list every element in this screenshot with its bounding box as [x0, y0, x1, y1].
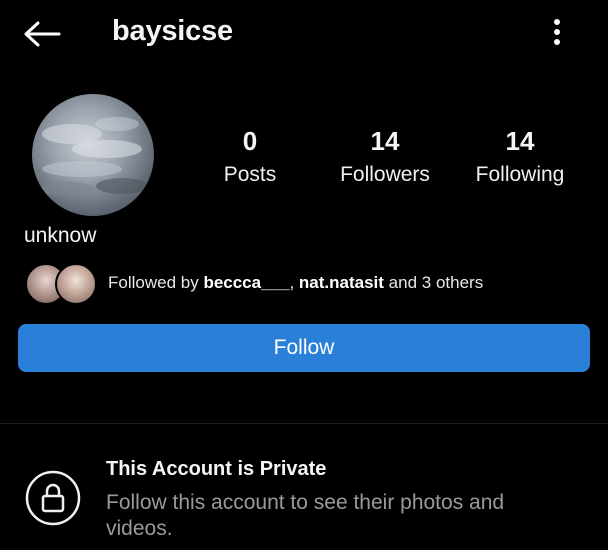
more-vertical-icon: [554, 19, 560, 45]
stat-posts-count: 0: [242, 126, 258, 156]
mutual-follower-avatar: [55, 263, 97, 305]
stat-posts-label: Posts: [223, 163, 277, 186]
profile-username: baysicse: [112, 15, 233, 47]
mutual-follower-2[interactable]: nat.natasit: [299, 273, 384, 292]
stat-followers-label: Followers: [340, 163, 430, 186]
followed-by-text[interactable]: Followed by beccca___, nat.natasit and 3…: [108, 272, 483, 294]
followed-by-suffix: and 3 others: [383, 273, 484, 292]
stat-following-count: 14: [505, 126, 535, 156]
arrow-left-icon: [24, 21, 61, 47]
back-button[interactable]: [18, 14, 66, 54]
more-options-button[interactable]: [540, 12, 574, 52]
profile-avatar[interactable]: [32, 94, 154, 216]
stat-following-label: Following: [475, 163, 565, 186]
private-account-title: This Account is Private: [106, 458, 327, 480]
mutual-followers-avatars[interactable]: [25, 263, 97, 305]
section-divider: [0, 423, 608, 424]
follow-button[interactable]: Follow: [18, 324, 590, 372]
followed-by-separator: ,: [289, 273, 299, 292]
followed-by-prefix: Followed by: [108, 273, 204, 292]
stat-following[interactable]: 14 Following: [464, 126, 576, 188]
stat-followers-count: 14: [370, 126, 400, 156]
stat-followers[interactable]: 14 Followers: [324, 126, 446, 188]
stat-posts: 0 Posts: [200, 126, 300, 188]
lock-icon: [25, 470, 81, 526]
mutual-follower-1[interactable]: beccca___: [203, 273, 289, 292]
profile-display-name: unknow: [24, 224, 97, 247]
private-account-description: Follow this account to see their photos …: [106, 491, 505, 540]
sky-clouds-photo: [39, 117, 148, 196]
